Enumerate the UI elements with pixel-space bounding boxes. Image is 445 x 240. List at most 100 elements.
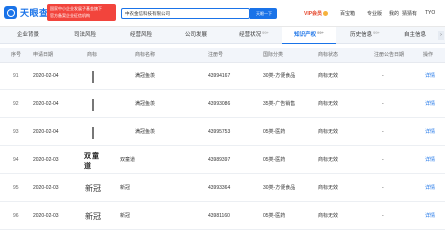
trademark-image[interactable] <box>84 96 102 113</box>
tab-label: 知识产权 <box>294 32 317 38</box>
trademark-image[interactable]: 新冠 <box>84 180 102 197</box>
row-date: 2020-02-03 <box>33 185 59 191</box>
row-pub-date: - <box>382 73 384 79</box>
nav-item-pro[interactable]: 专业版 <box>367 10 382 17</box>
row-index: 93 <box>13 129 19 135</box>
nav-item-guess[interactable]: 猜猜有 <box>402 10 417 17</box>
row-status: 商标无效 <box>318 157 339 163</box>
tab-operations[interactable]: 经营状况99+ <box>228 27 280 44</box>
row-status: 商标无效 <box>318 185 339 191</box>
row-name: 满冠鱼羡 <box>135 73 156 79</box>
row-class: 05类-医药 <box>263 129 286 135</box>
tab-scroll-right-icon[interactable]: › <box>438 31 444 40</box>
row-date: 2020-02-03 <box>33 157 59 163</box>
tab-label: 公司发展 <box>184 32 207 38</box>
col-header-action: 操作 <box>423 52 434 58</box>
row-index: 95 <box>13 185 19 191</box>
row-name: 新冠 <box>120 213 131 219</box>
row-status: 商标无效 <box>318 101 339 107</box>
search-button[interactable]: 天眼一下 <box>250 8 277 19</box>
tab-judicial-risk[interactable]: 司法风险 <box>63 27 107 44</box>
row-class: 35类-广告销售 <box>263 101 296 107</box>
table-header: 序号 申请日期 商标 商标名称 注册号 国际分类 商标状态 注册公告日期 操作 <box>0 48 445 63</box>
section-tabs: 企业背景 司法风险 经营风险 公司发展 经营状况99+ 知识产权99+ 历史信息… <box>0 27 445 44</box>
row-date: 2020-02-04 <box>33 129 59 135</box>
row-reg-no: 43989397 <box>208 157 231 163</box>
table-row: 93 2020-02-04 满冠鱼羡 43995753 05类-医药 商标无效 … <box>0 119 445 146</box>
tab-count: 99+ <box>373 30 380 35</box>
table-row: 94 2020-02-03 双童道 双童道 43989397 05类-医药 商标… <box>0 147 445 174</box>
row-pub-date: - <box>382 213 384 219</box>
row-name: 双童道 <box>120 157 136 163</box>
trademark-text-mark: 新冠 <box>85 184 101 193</box>
top-bar: 天眼查 国家中小企业发展子基金旗下 官方备案企业征信机构 中农金信科技有限公司 … <box>0 0 445 27</box>
tab-label: 经营状况 <box>239 32 262 38</box>
row-class: 05类-医药 <box>263 213 286 219</box>
detail-link[interactable]: 详情 <box>425 203 435 230</box>
row-status: 商标无效 <box>318 129 339 135</box>
tab-business-risk[interactable]: 经营风险 <box>119 27 163 44</box>
tab-ip[interactable]: 知识产权99+ <box>282 27 336 44</box>
row-date: 2020-02-04 <box>33 101 59 107</box>
row-date: 2020-02-03 <box>33 213 59 219</box>
table-row: 91 2020-02-04 满冠鱼羡 43994167 30类-方便食品 商标无… <box>0 63 445 90</box>
row-reg-no: 43995753 <box>208 129 231 135</box>
nav-item-toolbox[interactable]: 百宝箱 <box>340 10 355 17</box>
table-row: 92 2020-02-04 满冠鱼羡 43993086 35类-广告销售 商标无… <box>0 91 445 118</box>
row-pub-date: - <box>382 129 384 135</box>
col-header-date: 申请日期 <box>33 52 54 58</box>
row-class: 30类-方便食品 <box>263 185 296 191</box>
row-class: 30类-方便食品 <box>263 73 296 79</box>
tab-count: 99+ <box>262 30 269 35</box>
row-status: 商标无效 <box>318 73 339 79</box>
trademark-image[interactable] <box>84 124 102 141</box>
nav-item-mine[interactable]: 我的 <box>389 10 399 17</box>
row-name: 满冠鱼羡 <box>135 129 156 135</box>
tab-label: 自主信息 <box>403 32 426 38</box>
trademark-graphic <box>92 126 94 139</box>
promo-line-1: 国家中小企业发展子基金旗下 <box>50 6 102 11</box>
trademark-calligraphy: 双童道 <box>84 150 100 170</box>
tab-label: 历史信息 <box>350 32 373 38</box>
trademark-graphic <box>92 98 94 111</box>
trademark-graphic <box>92 70 94 83</box>
nav-item-user[interactable]: TYO <box>425 10 435 16</box>
detail-link[interactable]: 详情 <box>425 175 435 202</box>
tab-self-info[interactable]: 自主信息 <box>394 27 436 44</box>
logo-eye-icon <box>4 5 17 19</box>
tab-history[interactable]: 历史信息99+ <box>339 27 391 44</box>
logo[interactable]: 天眼查 <box>4 5 49 19</box>
col-header-class: 国际分类 <box>263 52 284 58</box>
col-header-index: 序号 <box>11 52 22 58</box>
row-date: 2020-02-04 <box>33 73 59 79</box>
nav-vip[interactable]: VIP会员 <box>304 10 329 17</box>
col-header-name: 商标名称 <box>135 52 156 58</box>
row-index: 91 <box>13 73 19 79</box>
row-name: 满冠鱼羡 <box>135 101 156 107</box>
search-input[interactable]: 中农金信科技有限公司 <box>121 8 250 19</box>
row-pub-date: - <box>382 101 384 107</box>
trademark-text-mark: 新冠 <box>85 212 101 221</box>
tab-development[interactable]: 公司发展 <box>174 27 218 44</box>
trademark-image[interactable] <box>84 68 102 85</box>
row-reg-no: 43981160 <box>208 213 230 219</box>
tab-label: 经营风险 <box>129 32 152 38</box>
row-index: 92 <box>13 101 19 107</box>
logo-text: 天眼查 <box>20 7 49 18</box>
row-reg-no: 43994167 <box>208 73 231 79</box>
trademark-image[interactable]: 双童道 <box>84 150 102 170</box>
promo-banner[interactable]: 国家中小企业发展子基金旗下 官方备案企业征信机构 <box>47 4 116 21</box>
detail-link[interactable]: 详情 <box>425 91 435 118</box>
table-row: 96 2020-02-03 新冠 新冠 43981160 05类-医药 商标无效… <box>0 203 445 230</box>
row-status: 商标无效 <box>318 213 339 219</box>
tab-label: 司法风险 <box>73 32 96 38</box>
detail-link[interactable]: 详情 <box>425 63 435 90</box>
table-row: 95 2020-02-03 新冠 新冠 43993364 30类-方便食品 商标… <box>0 175 445 202</box>
tab-background[interactable]: 企业背景 <box>6 27 50 44</box>
detail-link[interactable]: 详情 <box>425 147 435 174</box>
row-name: 新冠 <box>120 185 131 191</box>
col-header-pub-date: 注册公告日期 <box>374 52 405 58</box>
trademark-image[interactable]: 新冠 <box>84 208 102 225</box>
detail-link[interactable]: 详情 <box>425 119 435 146</box>
tab-count: 99+ <box>317 30 324 35</box>
